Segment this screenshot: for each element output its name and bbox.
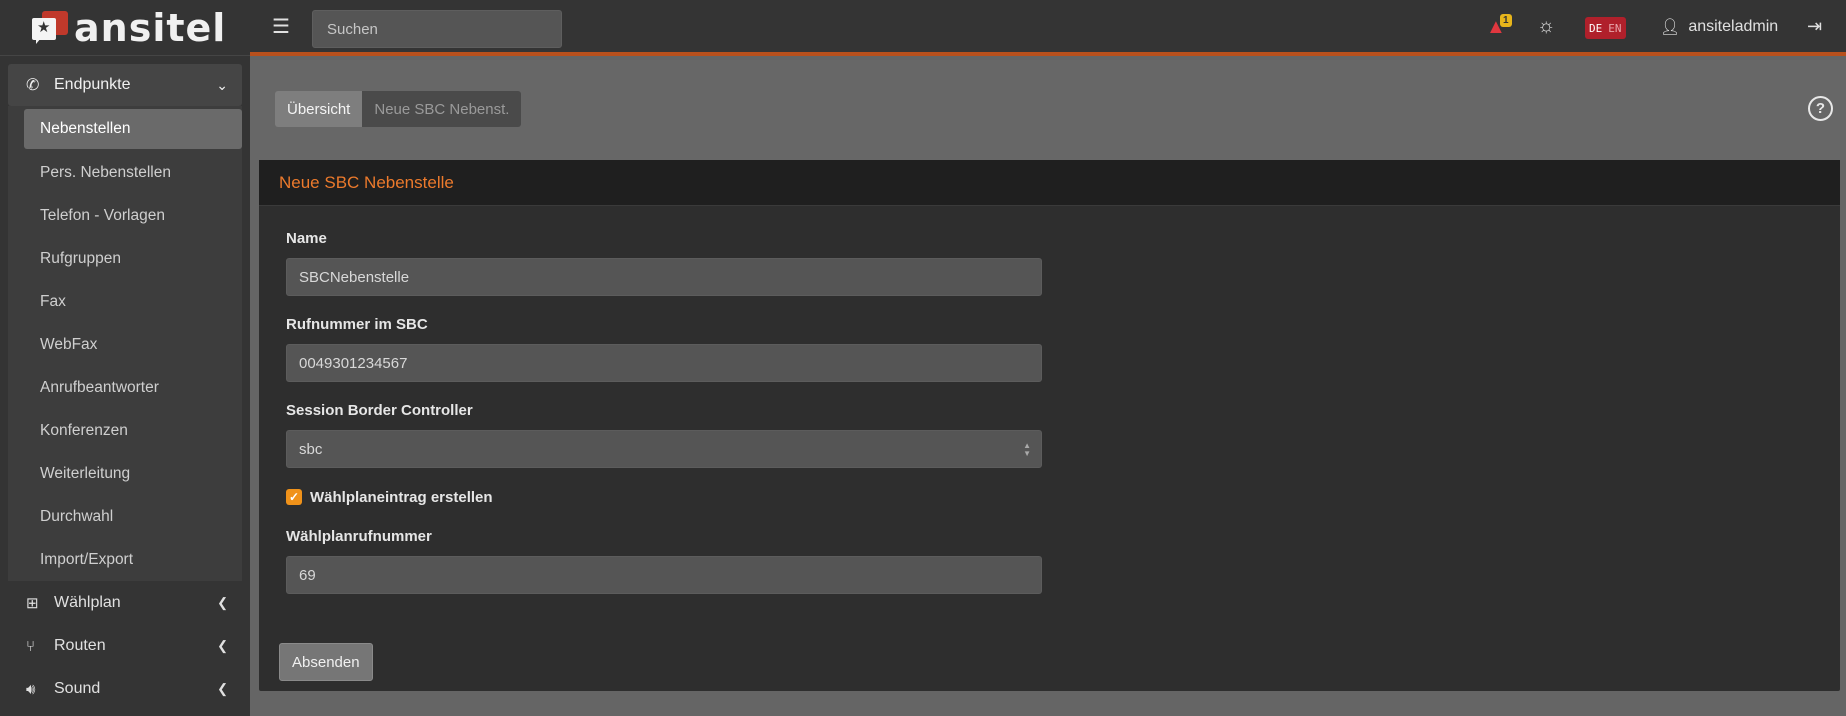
hamburger-menu-icon[interactable]: ☰ bbox=[272, 14, 292, 39]
sidebar-item-weiterleitung[interactable]: Weiterleitung bbox=[24, 452, 242, 495]
language-switcher[interactable]: DE EN bbox=[1585, 17, 1626, 39]
nav-head-label: Endpunkte bbox=[54, 76, 131, 93]
sidebar-item-label: Sound bbox=[54, 680, 101, 697]
nav-head-endpunkte[interactable]: ✆ Endpunkte ⌄ bbox=[8, 64, 242, 106]
name-label: Name bbox=[286, 230, 327, 247]
sbc-label: Session Border Controller bbox=[286, 402, 473, 419]
breadcrumb-current: Neue SBC Nebenst. bbox=[362, 91, 522, 127]
sidebar-item-label: Routen bbox=[54, 637, 106, 654]
lang-en[interactable]: EN bbox=[1608, 22, 1621, 35]
topbar: ☰ ▲ 1 ☼ DE EN 👤︎ ansiteladmin ⇥ bbox=[250, 0, 1846, 56]
volume-icon: 🔊︎ bbox=[26, 680, 36, 698]
sbc-select-value: sbc bbox=[299, 440, 323, 458]
sidebar-item-routen[interactable]: ⑂ Routen ❮ bbox=[8, 625, 242, 667]
sidebar-item-pers-nebenstellen[interactable]: Pers. Nebenstellen bbox=[24, 151, 242, 194]
dialplan-checkbox-row[interactable]: ✓ Wählplaneintrag erstellen bbox=[286, 486, 493, 508]
sidebar-item-rufgruppen[interactable]: Rufgruppen bbox=[24, 237, 242, 280]
sidebar-item-anrufbeantworter[interactable]: Anrufbeantworter bbox=[24, 366, 242, 409]
search-input[interactable] bbox=[312, 10, 562, 48]
dialplan-number-field[interactable] bbox=[286, 556, 1042, 594]
help-icon[interactable]: ? bbox=[1808, 96, 1833, 121]
brand[interactable]: ★ ansitel bbox=[0, 0, 250, 56]
chevron-left-icon: ❮ bbox=[217, 595, 228, 610]
check-icon[interactable]: ✓ bbox=[286, 489, 302, 505]
number-label: Rufnummer im SBC bbox=[286, 316, 428, 333]
sidebar-item-waehlplan[interactable]: ⊞ Wählplan ❮ bbox=[8, 582, 242, 624]
alert-count-badge: 1 bbox=[1500, 14, 1512, 27]
sidebar-item-durchwahl[interactable]: Durchwahl bbox=[24, 495, 242, 538]
name-field[interactable] bbox=[286, 258, 1042, 296]
ansitel-logo-icon: ★ bbox=[30, 10, 70, 45]
dialplan-checkbox-label: Wählplaneintrag erstellen bbox=[310, 488, 493, 506]
sitemap-icon: ⊞ bbox=[26, 595, 39, 612]
sbc-select[interactable]: sbc ▲ ▼ bbox=[286, 430, 1042, 468]
user-menu[interactable]: 👤︎ ansiteladmin bbox=[1660, 17, 1778, 37]
brand-name: ansitel bbox=[74, 5, 227, 50]
chevron-left-icon: ❮ bbox=[217, 681, 228, 696]
select-arrows-icon: ▲ ▼ bbox=[1023, 441, 1031, 458]
sidebar: ★ ansitel ✆ Endpunkte ⌄ Nebenstellen Per… bbox=[0, 0, 250, 716]
username: ansiteladmin bbox=[1688, 18, 1779, 35]
breadcrumb: Übersicht Neue SBC Nebenst. bbox=[275, 91, 522, 127]
nav-group-endpunkte: ✆ Endpunkte ⌄ Nebenstellen Pers. Nebenst… bbox=[8, 64, 242, 581]
sidebar-item-import-export[interactable]: Import/Export bbox=[24, 538, 242, 581]
form-card: Neue SBC Nebenstelle bbox=[259, 160, 1840, 691]
chevron-left-icon: ❮ bbox=[217, 638, 228, 653]
breadcrumb-uebersicht[interactable]: Übersicht bbox=[275, 91, 363, 127]
submit-button[interactable]: Absenden bbox=[279, 643, 373, 681]
sidebar-item-webfax[interactable]: WebFax bbox=[24, 323, 242, 366]
dialplan-number-label: Wählplanrufnummer bbox=[286, 528, 432, 545]
sidebar-item-sound[interactable]: 🔊︎ Sound ❮ bbox=[8, 668, 242, 710]
chevron-down-icon: ⌄ bbox=[216, 76, 228, 93]
number-field[interactable] bbox=[286, 344, 1042, 382]
sidebar-item-label: Wählplan bbox=[54, 594, 121, 611]
theme-toggle-icon[interactable]: ☼ bbox=[1537, 15, 1555, 38]
alert-button[interactable]: ▲ 1 bbox=[1486, 14, 1512, 38]
card-title: Neue SBC Nebenstelle bbox=[259, 160, 1840, 206]
branch-icon: ⑂ bbox=[26, 637, 36, 655]
sidebar-item-nebenstellen[interactable]: Nebenstellen bbox=[24, 109, 242, 149]
sidebar-item-konferenzen[interactable]: Konferenzen bbox=[24, 409, 242, 452]
lang-de[interactable]: DE bbox=[1589, 22, 1602, 35]
sidebar-item-fax[interactable]: Fax bbox=[24, 280, 242, 323]
logout-icon[interactable]: ⇥ bbox=[1807, 16, 1822, 37]
sidebar-item-telefon-vorlagen[interactable]: Telefon - Vorlagen bbox=[24, 194, 242, 237]
user-cog-icon: 👤︎ bbox=[1660, 19, 1681, 36]
sub-list: Nebenstellen Pers. Nebenstellen Telefon … bbox=[8, 106, 242, 581]
phone-icon: ✆ bbox=[26, 77, 40, 94]
